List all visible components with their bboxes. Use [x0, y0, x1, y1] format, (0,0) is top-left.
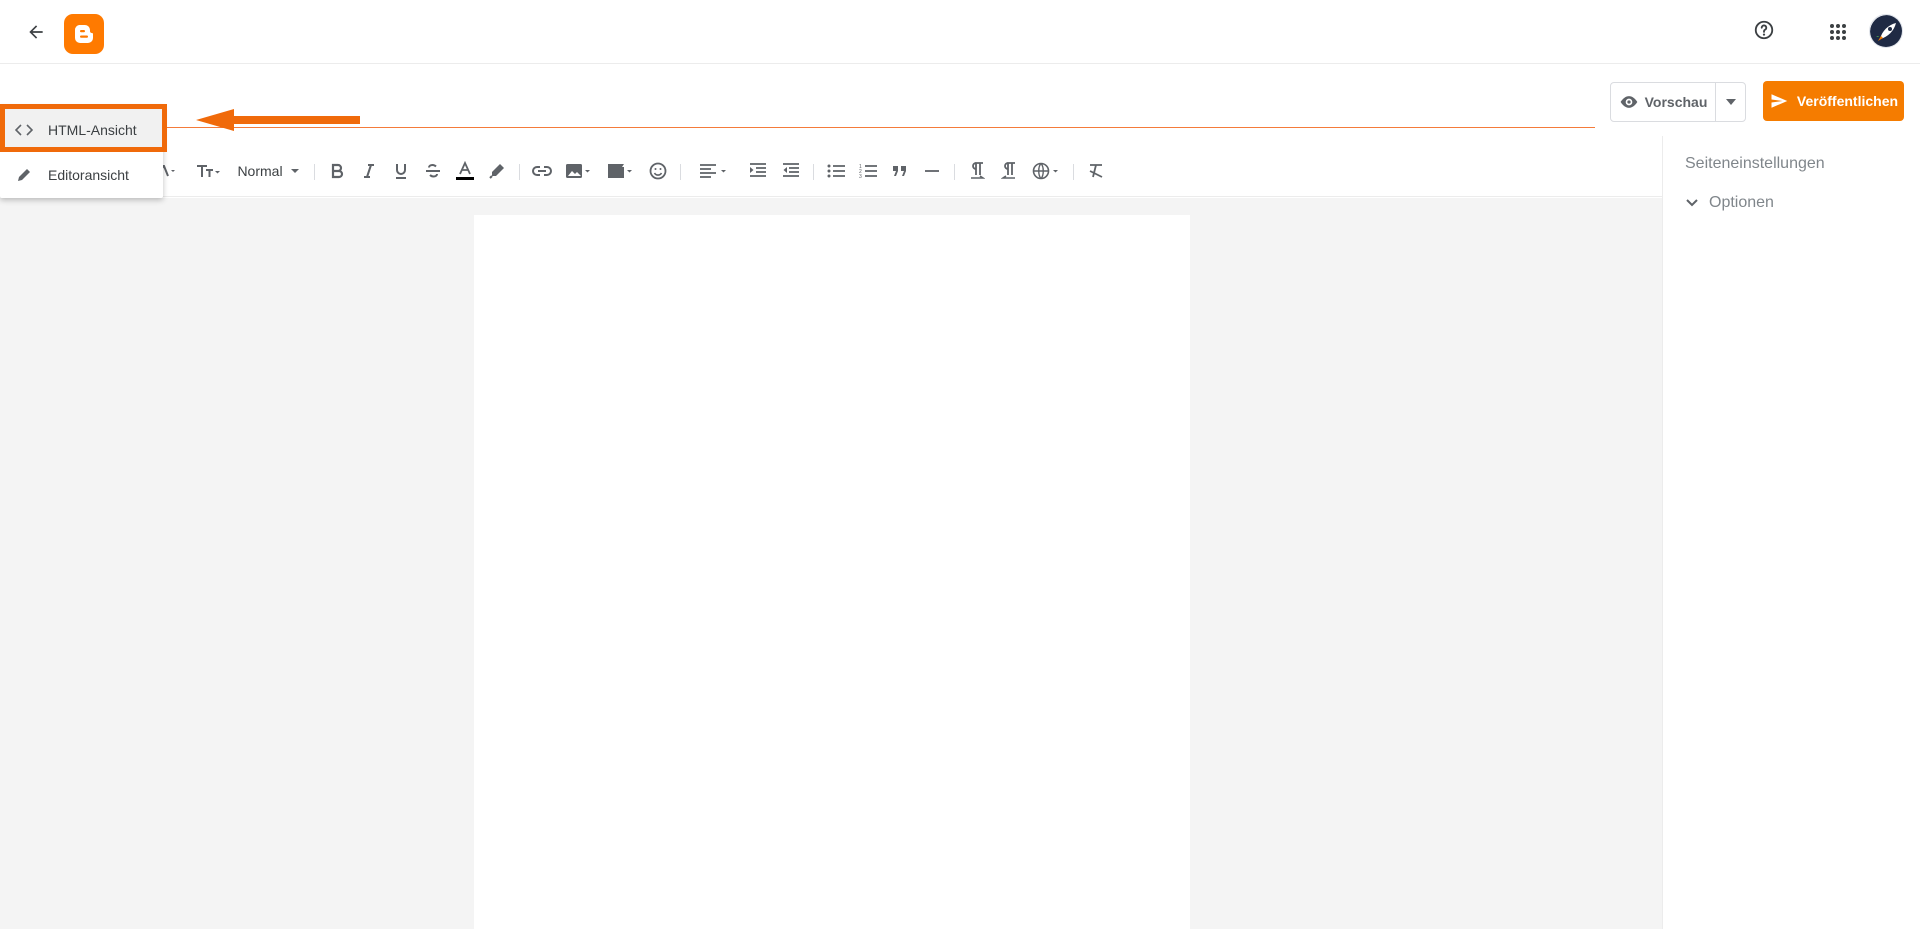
arrow-left-icon	[29, 25, 43, 39]
toolbar-separator	[519, 164, 520, 180]
toolbar-separator	[1073, 164, 1074, 180]
editor-page[interactable]	[474, 215, 1190, 929]
paragraph-format-dropdown[interactable]: Normal	[236, 157, 302, 185]
rtl-button[interactable]	[996, 157, 1022, 185]
highlighter-icon	[489, 164, 504, 179]
chevron-down-icon	[1686, 199, 1698, 207]
font-size-button[interactable]	[193, 157, 223, 185]
image-button[interactable]	[563, 157, 595, 185]
svg-text:3: 3	[859, 174, 862, 178]
help-button[interactable]	[1744, 10, 1784, 50]
preview-button-group: Vorschau	[1610, 82, 1746, 122]
caret-down-icon	[290, 169, 299, 173]
text-size-icon	[197, 165, 220, 177]
annotation-arrow-icon	[196, 109, 360, 131]
options-label: Optionen	[1709, 194, 1774, 211]
numbered-list-button[interactable]: 123	[855, 157, 881, 185]
apps-button[interactable]	[1818, 12, 1858, 52]
emoji-icon	[649, 162, 667, 180]
bold-button[interactable]	[325, 157, 349, 185]
top-app-bar	[0, 0, 1920, 64]
horizontal-rule-icon	[925, 170, 939, 172]
toolbar-separator	[813, 164, 814, 180]
image-icon	[566, 164, 590, 178]
pencil-icon	[0, 167, 48, 183]
underline-button[interactable]	[389, 157, 413, 185]
numbered-list-icon: 123	[859, 164, 877, 178]
outdent-button[interactable]	[778, 157, 804, 185]
highlight-button[interactable]	[485, 157, 509, 185]
sidebar-title: Seiteneinstellungen	[1685, 155, 1825, 172]
indent-icon	[750, 163, 766, 177]
format-label: Normal	[237, 163, 283, 179]
toolbar-separator	[680, 164, 681, 180]
language-button[interactable]	[1030, 157, 1064, 185]
back-button[interactable]	[16, 12, 56, 52]
preview-label: Vorschau	[1644, 94, 1708, 110]
text-color-button[interactable]	[453, 157, 477, 185]
editor-workspace	[0, 198, 1662, 929]
globe-icon	[1032, 162, 1058, 180]
rocket-avatar-icon	[1870, 15, 1902, 47]
link-button[interactable]	[529, 157, 555, 185]
strikethrough-button[interactable]	[421, 157, 445, 185]
align-button[interactable]	[696, 157, 732, 185]
clear-formatting-button[interactable]	[1083, 157, 1109, 185]
send-icon	[1771, 94, 1788, 108]
editor-toolbar: Normal 123	[0, 145, 1662, 197]
preview-dropdown-button[interactable]	[1715, 83, 1745, 121]
video-button[interactable]	[605, 157, 637, 185]
menu-item-editor-view[interactable]: Editoransicht	[0, 154, 163, 196]
settings-sidebar: Seiteneinstellungen Optionen	[1662, 136, 1920, 929]
clear-format-icon	[1089, 164, 1103, 178]
help-circle-icon	[1754, 20, 1774, 40]
annotation-highlight-box	[0, 104, 167, 152]
link-icon	[532, 166, 552, 176]
toolbar-separator	[954, 164, 955, 180]
text-color-icon	[456, 161, 474, 180]
indent-button[interactable]	[745, 157, 771, 185]
bullet-list-button[interactable]	[823, 157, 849, 185]
apps-grid-icon	[1830, 24, 1846, 40]
preview-button[interactable]: Vorschau	[1611, 83, 1715, 121]
options-section-toggle[interactable]: Optionen	[1685, 194, 1774, 212]
publish-button[interactable]: Veröffentlichen	[1763, 81, 1904, 121]
ltr-paragraph-icon	[971, 162, 985, 179]
emoji-button[interactable]	[645, 157, 671, 185]
title-input-underline[interactable]	[165, 127, 1595, 128]
align-left-icon	[700, 164, 726, 178]
video-icon	[608, 164, 632, 178]
horizontal-rule-button[interactable]	[919, 157, 945, 185]
ltr-button[interactable]	[964, 157, 990, 185]
underline-icon	[396, 164, 406, 179]
publish-label: Veröffentlichen	[1796, 93, 1899, 109]
blogger-logo[interactable]	[64, 14, 104, 54]
italic-button[interactable]	[357, 157, 381, 185]
quote-button[interactable]	[887, 157, 913, 185]
quote-icon	[893, 166, 906, 176]
bold-icon	[331, 163, 344, 179]
outdent-icon	[783, 163, 799, 177]
bullet-list-icon	[827, 164, 845, 178]
menu-item-label: Editoransicht	[48, 167, 129, 183]
avatar[interactable]	[1869, 14, 1903, 48]
rtl-paragraph-icon	[1001, 162, 1015, 179]
italic-icon	[364, 164, 374, 178]
strikethrough-icon	[426, 163, 440, 178]
caret-down-icon	[1725, 99, 1736, 105]
toolbar-separator	[314, 164, 315, 180]
eye-icon	[1620, 96, 1637, 108]
blogger-b-icon	[74, 25, 93, 43]
